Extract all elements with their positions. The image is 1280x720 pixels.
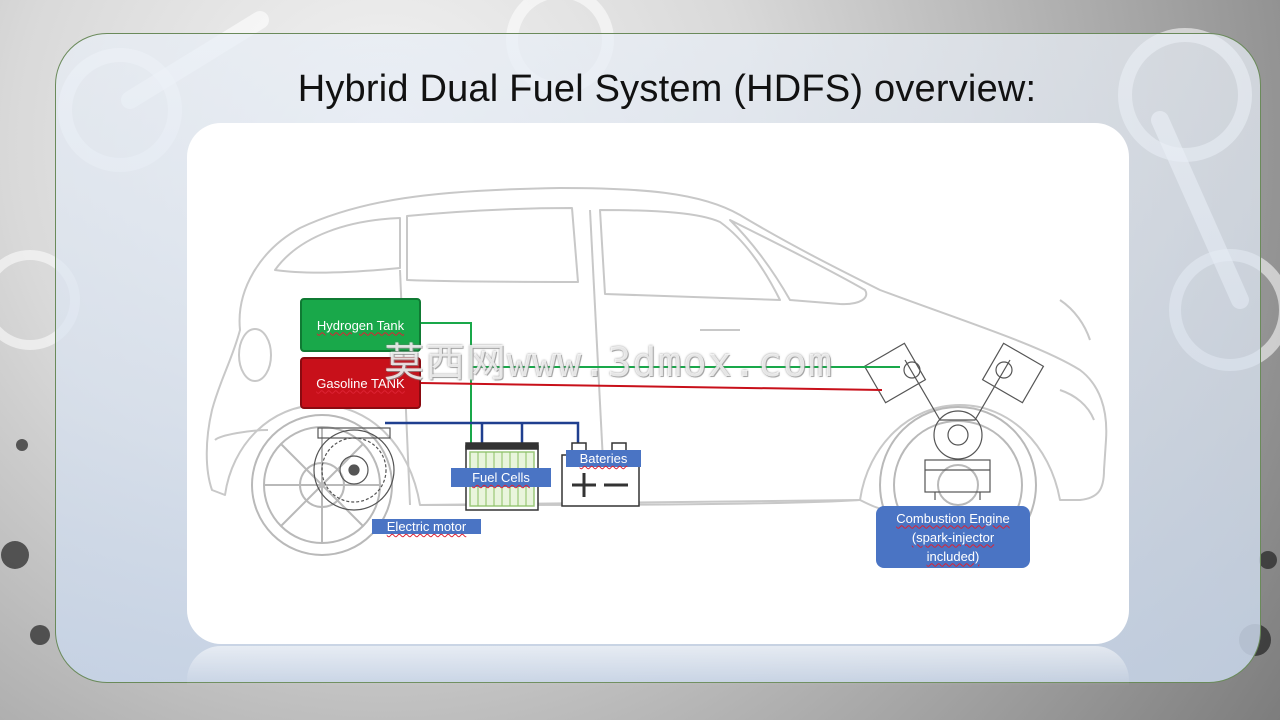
electric-wiring: [385, 421, 580, 445]
combustion-engine-label: Combustion Engine (spark-injector includ…: [876, 506, 1030, 568]
watermark-text: 莫西网www.3dmox.com: [384, 340, 834, 386]
batteries-label: Bateries: [566, 450, 641, 467]
combustion-engine-line2: (spark-injector: [911, 529, 995, 545]
combustion-engine-line3: included): [926, 548, 980, 564]
electric-motor-icon: [313, 427, 395, 511]
combustion-engine-line1: Combustion Engine: [896, 510, 1010, 526]
rear-wheel: [251, 414, 393, 556]
electric-motor-label: Electric motor: [372, 519, 481, 534]
fuel-cells-label: Fuel Cells: [451, 468, 551, 487]
